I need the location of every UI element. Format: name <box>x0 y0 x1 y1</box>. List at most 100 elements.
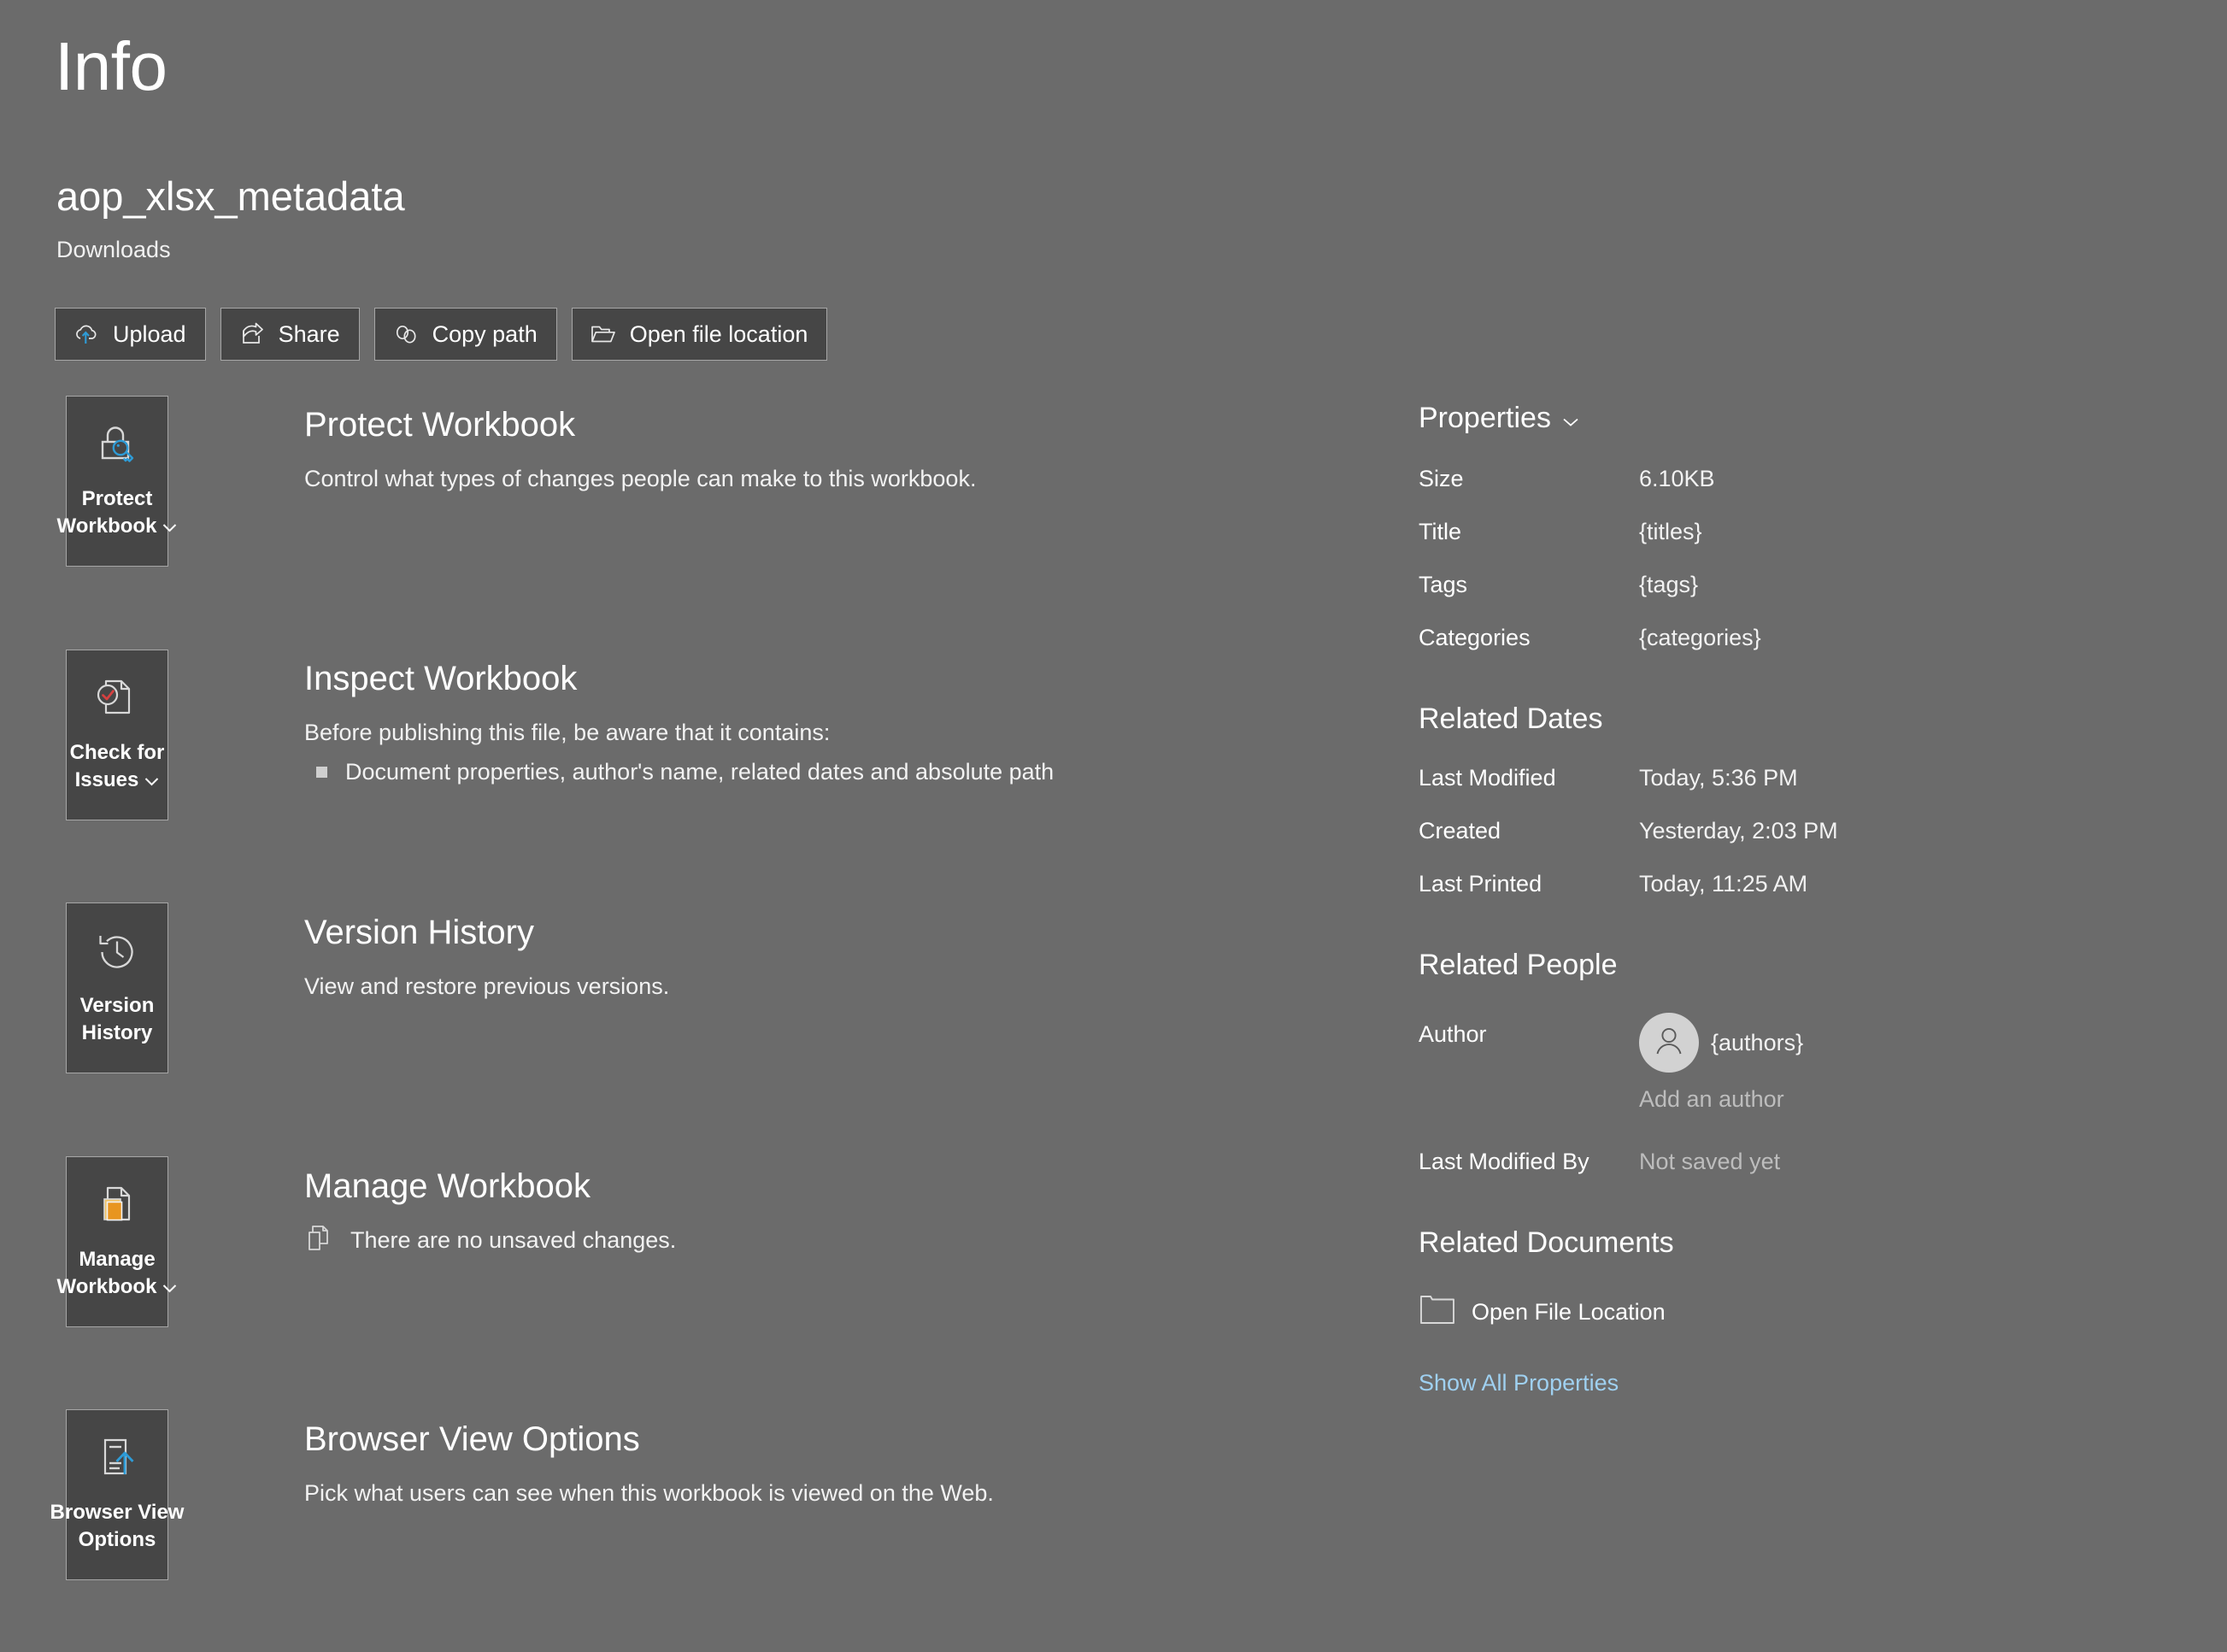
protect-workbook-heading: Protect Workbook <box>304 406 576 444</box>
property-label: Categories <box>1419 625 1531 650</box>
related-dates-rows: Last Modified Today, 5:36 PM Created Yes… <box>1419 767 2171 896</box>
date-value: Yesterday, 2:03 PM <box>1639 818 1838 844</box>
last-modified-by-value: Not saved yet <box>1639 1149 1781 1174</box>
add-author-row: Add an author <box>1639 1086 2171 1113</box>
open-file-location-link[interactable]: Open File Location <box>1419 1292 2171 1332</box>
version-history-description: View and restore previous versions. <box>304 973 670 999</box>
property-row-tags[interactable]: Tags {tags} <box>1419 573 2171 597</box>
property-label: Size <box>1419 466 1464 491</box>
chevron-down-icon[interactable] <box>1562 402 1579 435</box>
file-name: aop_xlsx_metadata <box>56 173 405 219</box>
version-history-tile-label: Version History <box>77 992 158 1046</box>
properties-group-header[interactable]: Properties <box>1419 402 2171 435</box>
show-all-properties-link[interactable]: Show All Properties <box>1419 1370 1619 1396</box>
date-label: Last Modified <box>1419 765 1556 791</box>
folder-icon <box>1419 1292 1456 1332</box>
related-documents-group-header: Related Documents <box>1419 1226 2171 1260</box>
share-icon <box>238 320 267 349</box>
page-title: Info <box>55 28 167 104</box>
show-all-properties-row: Show All Properties <box>1419 1370 2171 1396</box>
tile-line-2: History <box>81 1020 153 1044</box>
tile-line-2: Options <box>78 1527 156 1551</box>
property-value: 6.10KB <box>1639 466 1715 491</box>
related-dates-group-header: Related Dates <box>1419 703 2171 736</box>
tile-line-2: Issues <box>74 767 139 791</box>
inspect-workbook-bullet-text: Document properties, author's name, rela… <box>345 759 1055 785</box>
protect-workbook-tile-label: Protect Workbook <box>54 485 181 539</box>
property-label: Tags <box>1419 572 1468 597</box>
protect-workbook-tile[interactable]: Protect Workbook <box>57 396 177 567</box>
open-file-location-link-label: Open File Location <box>1472 1299 1666 1325</box>
browser-view-options-tile[interactable]: Browser View Options <box>50 1409 184 1580</box>
share-button[interactable]: Share <box>220 308 360 361</box>
upload-button-label: Upload <box>113 320 186 347</box>
properties-rows: Size 6.10KB Title {titles} Tags {tags} C… <box>1419 467 2171 650</box>
related-people-group-header: Related People <box>1419 949 2171 982</box>
tile-line-2: Workbook <box>56 1274 157 1298</box>
property-row-categories[interactable]: Categories {categories} <box>1419 626 2171 650</box>
version-history-heading: Version History <box>304 914 534 951</box>
date-value: Today, 11:25 AM <box>1639 871 1808 897</box>
last-modified-by-label: Last Modified By <box>1419 1149 1589 1174</box>
chevron-down-icon <box>144 770 159 791</box>
author-row: Author {authors} <box>1419 1013 2171 1073</box>
date-row-last-printed: Last Printed Today, 11:25 AM <box>1419 873 2171 896</box>
add-author-field[interactable]: Add an author <box>1639 1086 1784 1112</box>
property-label: Title <box>1419 519 1462 544</box>
version-history-tile[interactable]: Version History <box>66 902 168 1073</box>
tile-line-1: Manage <box>79 1248 156 1271</box>
bullet-square-icon <box>316 767 327 778</box>
date-row-last-modified: Last Modified Today, 5:36 PM <box>1419 767 2171 790</box>
copy-document-icon <box>304 1222 335 1259</box>
tile-line-1: Browser View <box>50 1501 185 1524</box>
manage-workbook-tile[interactable]: Manage Workbook <box>57 1156 177 1327</box>
clock-history-icon <box>91 926 144 979</box>
property-row-size[interactable]: Size 6.10KB <box>1419 467 2171 491</box>
date-row-created: Created Yesterday, 2:03 PM <box>1419 820 2171 843</box>
date-label: Last Printed <box>1419 871 1542 897</box>
related-dates-group-title: Related Dates <box>1419 703 1603 735</box>
property-value: {categories} <box>1639 625 1761 650</box>
document-upload-icon <box>91 1432 144 1485</box>
properties-pane: Properties Size 6.10KB Title {titles} Ta… <box>1419 402 2171 1396</box>
author-label: Author <box>1419 1021 1487 1047</box>
link-icon <box>391 320 420 349</box>
property-row-title[interactable]: Title {titles} <box>1419 520 2171 544</box>
folder-open-icon <box>589 320 618 349</box>
copy-path-button[interactable]: Copy path <box>373 308 557 361</box>
related-people-group-title: Related People <box>1419 949 1618 981</box>
share-button-label: Share <box>278 320 340 347</box>
author-name[interactable]: {authors} <box>1711 1030 1803 1056</box>
cloud-upload-icon <box>72 320 101 349</box>
manage-workbook-note-text: There are no unsaved changes. <box>350 1227 677 1253</box>
tile-line-1: Protect <box>81 487 153 510</box>
date-value: Today, 5:36 PM <box>1639 765 1798 791</box>
browser-view-options-description: Pick what users can see when this workbo… <box>304 1480 994 1506</box>
person-icon <box>1649 1021 1689 1065</box>
manage-workbook-tile-label: Manage Workbook <box>54 1246 181 1300</box>
document-versions-icon <box>91 1179 144 1232</box>
browser-view-options-heading: Browser View Options <box>304 1420 640 1458</box>
open-file-location-button-label: Open file location <box>629 320 808 347</box>
last-modified-by-row: Last Modified By Not saved yet <box>1419 1150 2171 1173</box>
chevron-down-icon <box>162 1277 177 1297</box>
check-for-issues-tile-label: Check for Issues <box>67 739 168 793</box>
related-documents-group-title: Related Documents <box>1419 1226 1674 1259</box>
action-button-row: Upload Share Copy path Open file locatio… <box>55 308 828 361</box>
manage-workbook-note: There are no unsaved changes. <box>304 1222 676 1259</box>
property-value: {tags} <box>1639 572 1699 597</box>
lock-key-icon <box>91 419 144 472</box>
check-for-issues-tile[interactable]: Check for Issues <box>66 650 168 820</box>
upload-button[interactable]: Upload <box>55 308 206 361</box>
inspect-workbook-bullet: Document properties, author's name, rela… <box>316 759 1054 785</box>
document-check-icon <box>91 673 144 726</box>
inspect-workbook-heading: Inspect Workbook <box>304 660 578 697</box>
backstage-info-view: Info aop_xlsx_metadata Downloads Upload … <box>0 0 2227 1652</box>
inspect-workbook-description: Before publishing this file, be aware th… <box>304 720 831 745</box>
open-file-location-button[interactable]: Open file location <box>571 308 828 361</box>
date-label: Created <box>1419 818 1501 844</box>
avatar <box>1639 1013 1699 1073</box>
protect-workbook-description: Control what types of changes people can… <box>304 466 977 491</box>
properties-group-title: Properties <box>1419 402 1551 434</box>
chevron-down-icon <box>162 516 177 537</box>
